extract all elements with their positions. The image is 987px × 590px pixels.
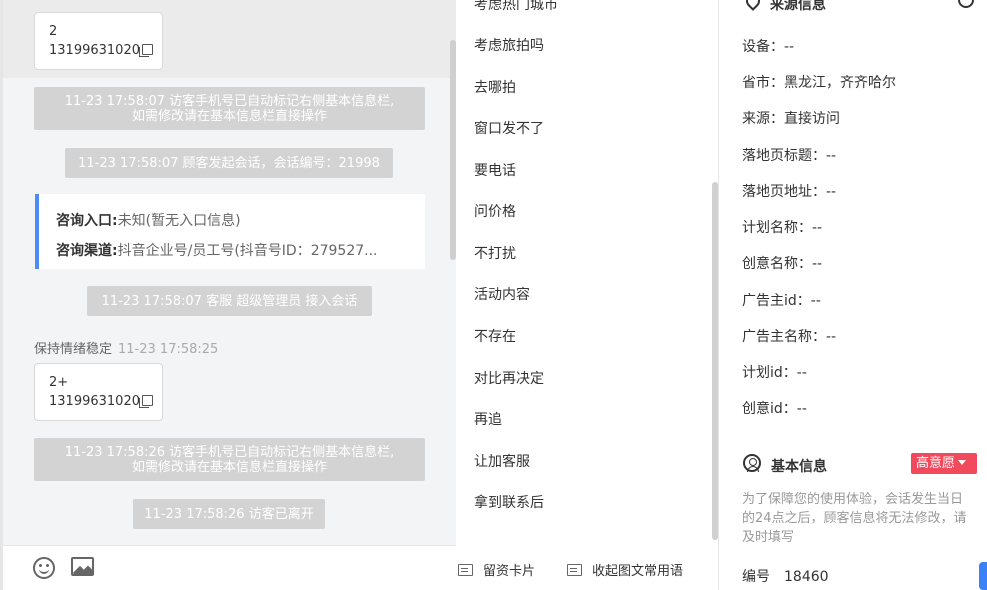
source-field-advertiser-name: 广告主名称：--: [742, 329, 837, 345]
quick-reply-item[interactable]: 让加客服: [474, 451, 530, 471]
quick-reply-item[interactable]: 考虑旅拍吗: [474, 35, 544, 55]
copy-icon[interactable]: [138, 395, 153, 408]
system-message-line: 如需修改请在基本信息栏直接操作: [131, 459, 327, 475]
lead-card-button[interactable]: 留资卡片: [458, 560, 535, 579]
collapse-phrases-button[interactable]: 收起图文常用语: [567, 560, 683, 579]
message-card-icon: [458, 563, 473, 576]
source-field-plan-name: 计划名称：--: [742, 220, 823, 236]
quick-reply-item[interactable]: 窗口发不了: [474, 118, 544, 138]
quick-reply-item[interactable]: 问价格: [474, 201, 516, 221]
system-message: 11-23 17:58:07 客服 超级管理员 接入会话: [87, 286, 372, 316]
customer-info-panel: 来源信息 设备：-- 省市：黑龙江，齐齐哈尔 来源：直接访问 落地页标题：-- …: [720, 0, 987, 590]
consult-channel-row: 咨询渠道:抖音企业号/员工号(抖音号ID：279527...: [56, 236, 425, 266]
system-message: 11-23 17:58:26 访客已离开: [133, 499, 325, 529]
system-message-line: 11-23 17:58:07 访客手机号已自动标记右侧基本信息栏,: [64, 93, 395, 109]
location-pin-icon: [743, 0, 763, 11]
consult-channel-value: 抖音企业号/员工号(抖音号ID：279527...: [117, 243, 378, 259]
quick-reply-panel: 考虑热门城市 考虑旅拍吗 去哪拍 窗口发不了 要电话 问价格 不打扰 活动内容 …: [456, 0, 719, 590]
chat-toolbar: [3, 545, 456, 590]
quick-reply-item[interactable]: 对比再决定: [474, 368, 544, 388]
agent-name: 保持情绪稳定: [34, 342, 113, 357]
quick-reply-item[interactable]: 考虑热门城市: [474, 0, 558, 14]
consult-channel-label: 咨询渠道:: [56, 243, 118, 259]
intent-badge[interactable]: 高意愿: [911, 453, 977, 474]
quick-reply-item[interactable]: 拿到联系后: [474, 492, 544, 512]
message-text: 2: [49, 24, 58, 39]
agent-time: 11-23 17:58:25: [118, 342, 219, 357]
quick-reply-item[interactable]: 要电话: [474, 160, 516, 180]
source-field-advertiser-id: 广告主id：--: [742, 293, 821, 309]
source-field-region: 省市：黑龙江，齐齐哈尔: [742, 75, 896, 91]
collapse-phrases-label: 收起图文常用语: [592, 564, 684, 579]
quick-reply-item[interactable]: 去哪拍: [474, 77, 516, 97]
quick-reply-item[interactable]: 不打扰: [474, 243, 516, 263]
phone-number: 13199631020: [49, 394, 140, 409]
customer-number-label: 编号: [742, 569, 770, 585]
system-message: 11-23 17:58:07 顾客发起会话，会话编号：21998: [65, 148, 393, 178]
copy-icon[interactable]: [138, 44, 153, 57]
quick-reply-scrollbar[interactable]: [712, 182, 718, 540]
image-icon[interactable]: [71, 557, 94, 576]
edit-notice: 为了保障您的使用体验，会话发生当日的24点之后，顾客信息将无法修改，请及时填写: [742, 492, 967, 545]
system-message-line: 11-23 17:58:26 访客手机号已自动标记右侧基本信息栏,: [64, 444, 395, 460]
lead-card-label: 留资卡片: [483, 564, 536, 579]
caret-down-icon: [958, 460, 967, 465]
source-field-creative-id: 创意id：--: [742, 401, 807, 417]
floating-tab[interactable]: [979, 562, 987, 590]
chat-panel: 2 13199631020 11-23 17:58:07 访客手机号已自动标记右…: [0, 0, 456, 590]
consult-entry-value: 未知(暂无入口信息): [117, 213, 241, 229]
customer-number-value: 18460: [784, 569, 829, 585]
consult-entry-row: 咨询入口:未知(暂无入口信息): [56, 206, 425, 236]
user-circle-icon: [743, 454, 761, 472]
source-field-device: 设备：--: [742, 39, 795, 55]
intent-badge-label: 高意愿: [916, 456, 956, 471]
source-field-landing-url: 落地页地址：--: [742, 184, 837, 200]
system-message-line: 如需修改请在基本信息栏直接操作: [131, 108, 327, 124]
agent-header: 保持情绪稳定 11-23 17:58:25: [34, 338, 218, 357]
source-info-title: 来源信息: [770, 0, 826, 13]
system-message: 11-23 17:58:26 访客手机号已自动标记右侧基本信息栏, 如需修改请在…: [34, 438, 425, 481]
source-field-landing-title: 落地页标题：--: [742, 148, 837, 164]
phone-message-card[interactable]: 2+ 13199631020: [34, 363, 163, 421]
quick-reply-item[interactable]: 活动内容: [474, 284, 530, 304]
phone-message-card[interactable]: 2 13199631020: [34, 12, 163, 70]
system-message: 11-23 17:58:07 访客手机号已自动标记右侧基本信息栏, 如需修改请在…: [34, 87, 425, 130]
message-card-icon: [567, 563, 582, 576]
message-text: 2+: [49, 375, 69, 390]
consult-info-card: 咨询入口:未知(暂无入口信息) 咨询渠道:抖音企业号/员工号(抖音号ID：279…: [35, 194, 425, 269]
quick-reply-item[interactable]: 再追: [474, 409, 502, 429]
emoji-icon[interactable]: [33, 557, 55, 579]
consult-entry-label: 咨询入口:: [56, 213, 118, 229]
phone-number: 13199631020: [49, 43, 140, 58]
customer-number-row: 编号 18460: [742, 566, 829, 586]
source-field-creative-name: 创意名称：--: [742, 256, 823, 272]
source-field-plan-id: 计划id：--: [742, 365, 807, 381]
basic-info-title: 基本信息: [771, 459, 827, 475]
source-field-source: 来源：直接访问: [742, 111, 840, 127]
shield-icon[interactable]: [958, 0, 974, 8]
quick-reply-toolbar: 留资卡片 收起图文常用语: [456, 545, 718, 590]
quick-reply-item[interactable]: 不存在: [474, 326, 516, 346]
